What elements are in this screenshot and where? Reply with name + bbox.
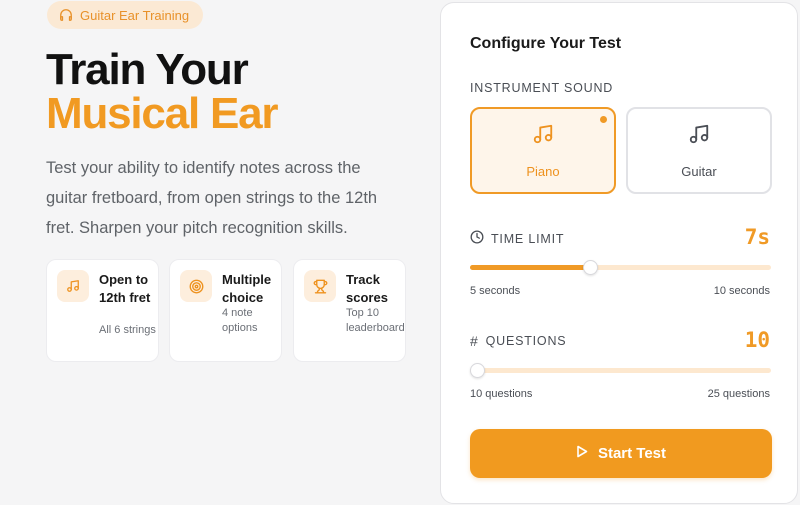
slider-fill	[470, 265, 591, 270]
config-panel: Configure Your Test INSTRUMENT SOUND Pia…	[440, 2, 798, 504]
feature-card-track-scores: Track scores Top 10 leaderboard	[293, 259, 406, 362]
slider-thumb[interactable]	[583, 260, 599, 275]
time-limit-min-label: 5 seconds	[470, 285, 521, 297]
music-note-icon	[57, 270, 89, 302]
questions-max-label: 25 questions	[707, 388, 770, 400]
hero-description: Test your ability to identify notes acro…	[46, 159, 378, 237]
instrument-name: Piano	[526, 163, 560, 179]
config-title: Configure Your Test	[470, 35, 622, 52]
questions-slider[interactable]	[470, 363, 771, 378]
questions-value: 10	[744, 328, 770, 352]
questions-label: # QUESTIONS	[470, 333, 567, 349]
trophy-icon	[304, 270, 336, 302]
start-test-button[interactable]: Start Test	[470, 429, 772, 478]
music-note-icon	[688, 123, 710, 150]
app-badge: Guitar Ear Training	[47, 1, 204, 29]
time-limit-max-label: 10 seconds	[713, 285, 770, 297]
music-note-icon	[532, 123, 554, 150]
selected-indicator	[600, 116, 607, 123]
play-icon	[576, 445, 588, 462]
feature-subtitle: 4 note options	[222, 307, 258, 334]
time-limit-value: 7s	[744, 225, 770, 249]
feature-title: Multiple choice	[222, 272, 272, 305]
clock-icon	[470, 230, 484, 247]
instrument-option-guitar[interactable]: Guitar	[626, 107, 772, 194]
start-test-label: Start Test	[597, 445, 667, 462]
hash-icon: #	[470, 333, 479, 349]
feature-title: Track scores	[346, 272, 388, 305]
time-limit-slider[interactable]	[470, 260, 771, 275]
questions-min-label: 10 questions	[470, 388, 533, 400]
hero-title: Train Your Musical Ear	[46, 45, 279, 138]
slider-thumb[interactable]	[470, 363, 485, 378]
feature-subtitle: All 6 strings	[99, 324, 156, 336]
instrument-option-piano[interactable]: Piano	[470, 107, 616, 194]
badge-label: Guitar Ear Training	[80, 7, 190, 23]
feature-card-fret-range: Open to 12th fret All 6 strings	[46, 259, 159, 362]
target-icon	[180, 270, 212, 302]
feature-card-multiple-choice: Multiple choice 4 note options	[169, 259, 282, 362]
time-limit-label: TIME LIMIT	[470, 230, 564, 247]
instrument-name: Guitar	[681, 163, 717, 179]
instrument-label: INSTRUMENT SOUND	[470, 81, 614, 95]
headphones-icon	[59, 8, 73, 22]
feature-subtitle: Top 10 leaderboard	[346, 307, 405, 334]
hero-title-line2: Musical Ear	[46, 89, 279, 138]
feature-title: Open to 12th fret	[99, 272, 151, 305]
hero-title-line1: Train Your	[46, 45, 249, 94]
